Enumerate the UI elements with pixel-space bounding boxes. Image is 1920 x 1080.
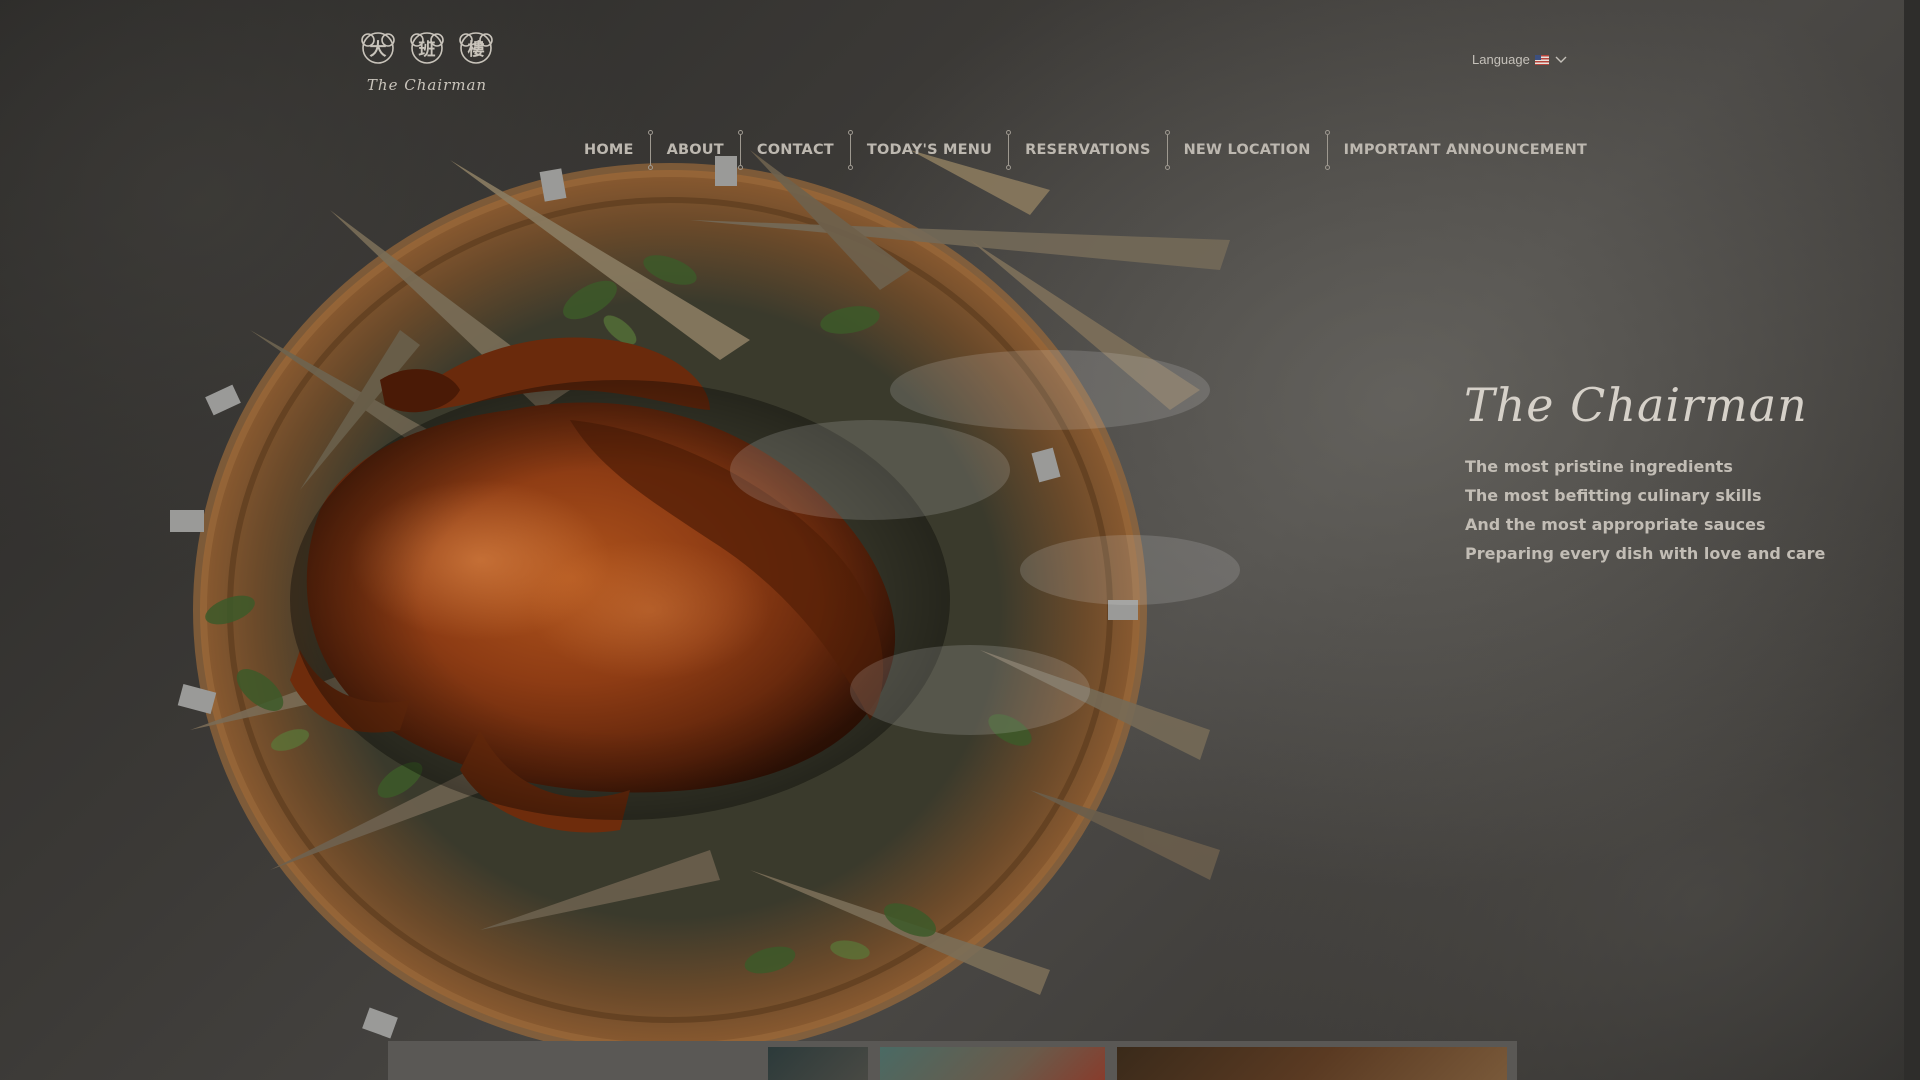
nav-contact[interactable]: CONTACT xyxy=(741,142,850,158)
logo-char-2: 班 xyxy=(419,40,436,60)
nav-divider xyxy=(1324,130,1330,170)
gallery-photo[interactable] xyxy=(880,1047,1105,1080)
nav-todays-menu[interactable]: TODAY'S MENU xyxy=(851,142,1008,158)
logo-char-3: 樓 xyxy=(468,39,485,60)
language-selector[interactable]: Language xyxy=(1472,52,1568,67)
gallery-strip xyxy=(388,1041,1517,1080)
roast-duck-image xyxy=(170,150,1240,1050)
nav-divider xyxy=(847,130,853,170)
nav-divider xyxy=(737,130,743,170)
main-nav: HOME ABOUT CONTACT TODAY'S MENU RESERVAT… xyxy=(570,130,1603,170)
page-edge xyxy=(1904,0,1920,1080)
hero-tagline: The most pristine ingredients The most b… xyxy=(1465,452,1825,568)
chevron-down-icon xyxy=(1555,56,1567,63)
nav-important-announcement[interactable]: IMPORTANT ANNOUNCEMENT xyxy=(1328,142,1603,158)
nav-new-location[interactable]: NEW LOCATION xyxy=(1168,142,1327,158)
gallery-photo[interactable] xyxy=(1117,1047,1507,1080)
nav-about[interactable]: ABOUT xyxy=(651,142,740,158)
tagline-line: Preparing every dish with love and care xyxy=(1465,544,1826,563)
tagline-line: The most pristine ingredients xyxy=(1465,457,1733,476)
nav-home[interactable]: HOME xyxy=(570,142,650,158)
nav-divider xyxy=(1006,130,1012,170)
nav-reservations[interactable]: RESERVATIONS xyxy=(1009,142,1167,158)
nav-divider xyxy=(647,130,653,170)
tagline-line: The most befitting culinary skills xyxy=(1465,486,1762,505)
gallery-photo[interactable] xyxy=(768,1047,868,1080)
page: 大 班 樓 The Chairman Language HOME ABOUT C… xyxy=(0,0,1920,1080)
logo-caption: The Chairman xyxy=(366,76,488,94)
hero-title: The Chairman xyxy=(1464,378,1808,432)
logo-char-1: 大 xyxy=(370,39,387,60)
tagline-line: And the most appropriate sauces xyxy=(1465,515,1766,534)
nav-divider xyxy=(1164,130,1170,170)
us-flag-icon xyxy=(1534,54,1549,65)
language-label: Language xyxy=(1472,52,1530,67)
